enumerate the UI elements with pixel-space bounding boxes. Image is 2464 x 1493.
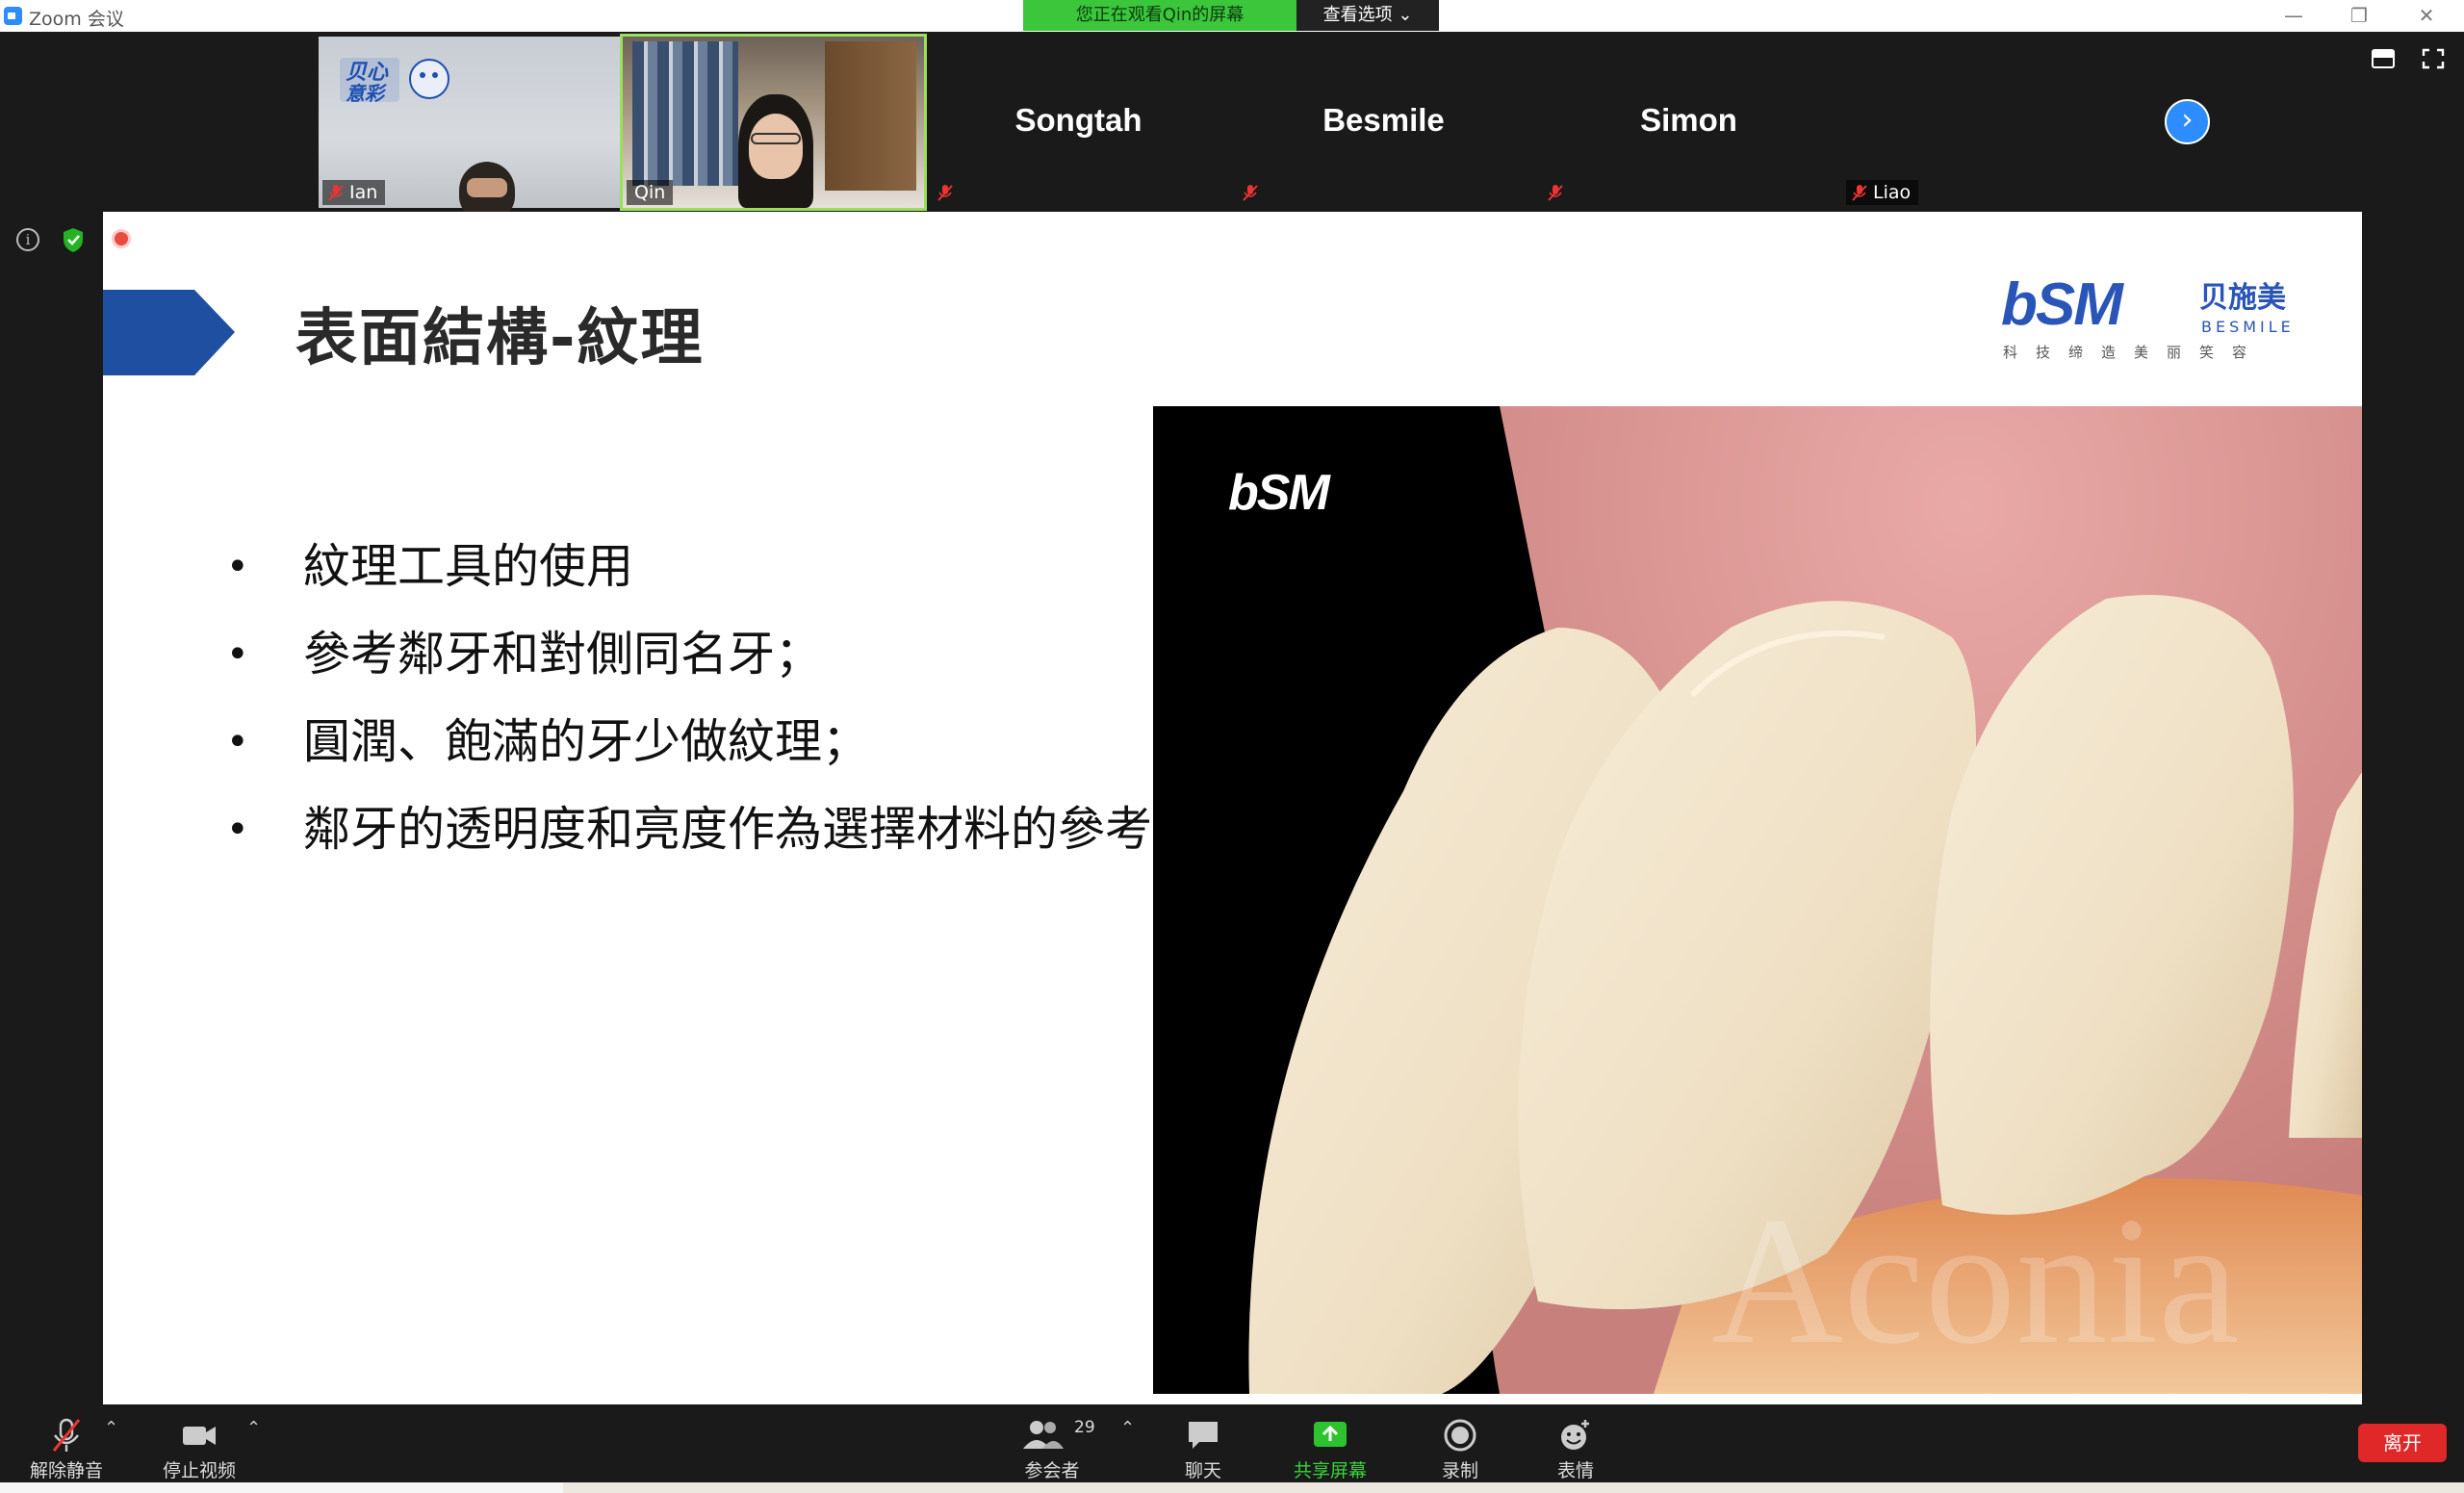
chat-bubble-icon bbox=[1189, 1422, 1218, 1449]
share-screen-button[interactable]: 共享屏幕 bbox=[1277, 1412, 1383, 1481]
participants-button[interactable]: 29 参会者 bbox=[999, 1412, 1105, 1481]
next-page-button[interactable]: › bbox=[2165, 99, 2210, 144]
participant-name: Besmile bbox=[1322, 102, 1445, 138]
chevron-down-icon: ⌄ bbox=[1398, 5, 1413, 25]
mic-muted-icon bbox=[1243, 185, 1258, 201]
participant-name: Songtah bbox=[1014, 102, 1142, 138]
bullet-list: 紋理工具的使用 參考鄰牙和對側同名牙； 圓潤、飽滿的牙少做紋理； 鄰牙的透明度和… bbox=[226, 529, 1227, 880]
meeting-toolbar: 解除静音 ⌃ 停止视频 ⌃ 29 参会者 ⌃ 聊天 共享屏幕 录制 表情 bbox=[0, 1404, 2464, 1482]
participants-count: 29 bbox=[1074, 1418, 1095, 1437]
besmile-logo: bSM 贝施美 BESMILE 科技缔造美丽笑容 bbox=[1997, 265, 2305, 371]
participant-face bbox=[749, 114, 803, 179]
participant-name-tag bbox=[1542, 180, 1571, 205]
taskbar-segment bbox=[0, 1482, 563, 1493]
record-icon bbox=[1444, 1419, 1476, 1452]
participant-name: Ian bbox=[349, 182, 378, 203]
participant-tile-qin[interactable]: Qin bbox=[620, 34, 927, 211]
participant-tile-songtah[interactable]: Songtah bbox=[928, 37, 1229, 208]
viewing-screen-banner: 您正在观看Qin的屏幕 bbox=[1023, 0, 1296, 31]
chat-button[interactable]: 聊天 bbox=[1150, 1412, 1256, 1481]
view-options-button[interactable]: 查看选项 ⌄ bbox=[1296, 0, 1439, 31]
mic-muted-icon bbox=[1852, 185, 1867, 201]
reactions-label: 表情 bbox=[1556, 1460, 1594, 1481]
reactions-button[interactable]: 表情 bbox=[1523, 1412, 1629, 1481]
participant-name-tag bbox=[1237, 180, 1266, 205]
view-options-label: 查看选项 bbox=[1322, 5, 1393, 25]
mic-muted-icon bbox=[328, 185, 344, 201]
taskbar-edge bbox=[0, 1482, 2464, 1493]
leave-meeting-button[interactable]: 离开 bbox=[2358, 1424, 2447, 1462]
svg-text:意彩: 意彩 bbox=[346, 82, 388, 105]
video-camera-icon bbox=[183, 1427, 216, 1445]
unmute-label: 解除静音 bbox=[29, 1460, 103, 1481]
restore-button[interactable]: ❐ bbox=[2335, 2, 2383, 29]
participants-label: 参会者 bbox=[1024, 1460, 1080, 1481]
photo-logo: bSM bbox=[1228, 465, 1330, 521]
svg-text:bSM: bSM bbox=[2001, 271, 2124, 338]
participant-tile-besmile[interactable]: Besmile bbox=[1233, 37, 1534, 208]
share-screen-label: 共享屏幕 bbox=[1293, 1460, 1367, 1481]
glasses bbox=[751, 133, 801, 144]
title-chevron-shape bbox=[103, 290, 235, 375]
fullscreen-icon[interactable] bbox=[2422, 48, 2445, 69]
zoom-meeting-window: Zoom 会议 您正在观看Qin的屏幕 查看选项 ⌄ — ❐ ✕ 贝心 意彩 I… bbox=[0, 0, 2464, 1493]
record-button[interactable]: 录制 bbox=[1407, 1412, 1513, 1481]
title-bar: Zoom 会议 您正在观看Qin的屏幕 查看选项 ⌄ — ❐ ✕ bbox=[0, 0, 2464, 32]
recording-indicator-icon bbox=[112, 229, 131, 248]
mic-muted-icon bbox=[52, 1418, 81, 1452]
svg-text:贝施美: 贝施美 bbox=[2199, 281, 2286, 315]
participant-tile-ian[interactable]: 贝心 意彩 Ian bbox=[319, 37, 620, 219]
video-options-caret[interactable]: ⌃ bbox=[246, 1418, 261, 1438]
mic-muted-icon bbox=[937, 185, 953, 201]
zoom-app-icon bbox=[4, 7, 22, 25]
minimize-button[interactable]: — bbox=[2270, 2, 2318, 29]
door bbox=[825, 41, 916, 191]
slide-title: 表面結構-紋理 bbox=[295, 303, 705, 374]
participant-tile-simon[interactable]: Simon bbox=[1538, 37, 1839, 208]
record-label: 录制 bbox=[1441, 1460, 1478, 1481]
encryption-shield-icon[interactable] bbox=[62, 227, 85, 253]
bookshelf bbox=[632, 41, 738, 186]
participant-tile-liao[interactable]: Liao bbox=[1842, 37, 2143, 208]
svg-text:BESMILE: BESMILE bbox=[2201, 318, 2295, 336]
bullet-item: 參考鄰牙和對側同名牙； bbox=[226, 617, 1227, 692]
chevron-right-icon: › bbox=[2181, 103, 2194, 137]
stop-video-label: 停止视频 bbox=[162, 1460, 236, 1481]
participant-name-tag: Ian bbox=[322, 180, 386, 205]
app-title: Zoom 会议 bbox=[29, 9, 124, 30]
layout-toggle-icon[interactable] bbox=[2372, 48, 2395, 69]
bullet-item: 圓潤、飽滿的牙少做紋理； bbox=[226, 705, 1227, 780]
mic-muted-icon bbox=[1548, 185, 1563, 201]
participants-options-caret[interactable]: ⌃ bbox=[1120, 1418, 1135, 1438]
participant-name: Simon bbox=[1640, 102, 1737, 138]
emoji-icon bbox=[1561, 1420, 1589, 1450]
shared-screen: 表面結構-紋理 bSM 贝施美 BESMILE 科技缔造美丽笑容 紋理工具的使用… bbox=[103, 212, 2362, 1404]
chat-label: 聊天 bbox=[1184, 1460, 1221, 1481]
share-screen-icon bbox=[1314, 1422, 1347, 1447]
background-logo: 贝心 意彩 bbox=[338, 54, 453, 105]
dental-photo: bSM Aconia bbox=[1153, 406, 2362, 1394]
participant-name-tag: Liao bbox=[1846, 180, 1919, 205]
svg-text:科技缔造美丽笑容: 科技缔造美丽笑容 bbox=[2003, 344, 2265, 361]
participant-name-tag: Qin bbox=[627, 180, 674, 205]
meeting-info-icon[interactable]: i bbox=[16, 228, 39, 251]
participant-face bbox=[467, 178, 507, 197]
close-button[interactable]: ✕ bbox=[2402, 2, 2451, 29]
participant-name-tag bbox=[932, 180, 961, 205]
bullet-item: 紋理工具的使用 bbox=[226, 529, 1227, 605]
audio-options-caret[interactable]: ⌃ bbox=[104, 1418, 118, 1438]
photo-watermark: Aconia bbox=[1711, 1180, 2240, 1382]
bullet-item: 鄰牙的透明度和亮度作為選擇材料的參考。 bbox=[226, 792, 1227, 867]
participant-name: Qin bbox=[634, 182, 666, 203]
participant-name: Liao bbox=[1873, 182, 1912, 203]
stop-video-button[interactable]: 停止视频 bbox=[146, 1412, 252, 1481]
